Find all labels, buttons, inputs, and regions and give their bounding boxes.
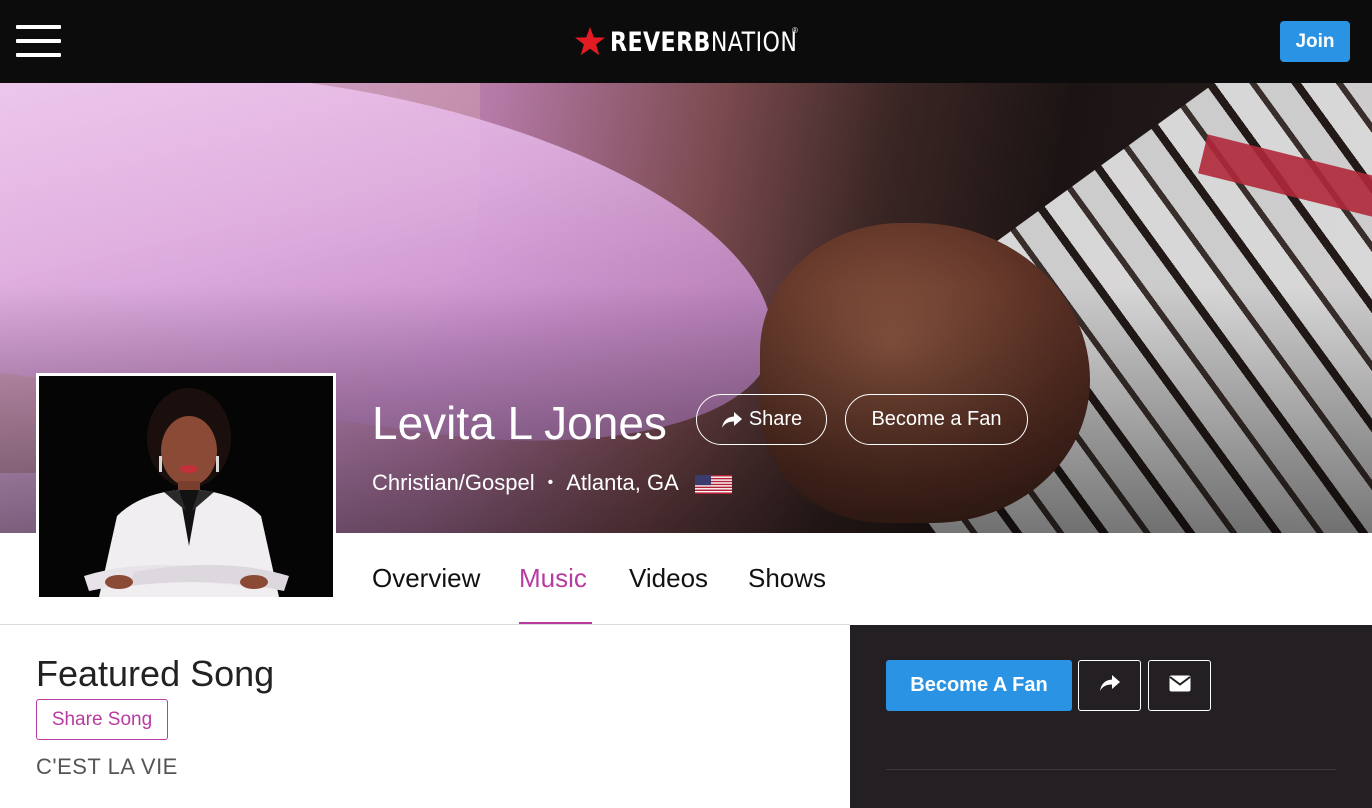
share-song-button[interactable]: Share Song — [36, 699, 168, 740]
reverbnation-logo[interactable]: REVERBNATION ® — [574, 24, 838, 60]
artist-name: Levita L Jones — [372, 397, 667, 449]
profile-tabs: Overview Music Videos Shows — [354, 533, 847, 625]
tabs-divider — [0, 624, 850, 625]
share-button[interactable]: Share — [696, 394, 827, 445]
artist-location[interactable]: Atlanta, GA — [566, 470, 679, 496]
artist-meta: Christian/Gospel • Atlanta, GA — [372, 470, 732, 496]
tab-videos[interactable]: Videos — [629, 563, 708, 594]
become-a-fan-button[interactable]: Become a Fan — [845, 394, 1028, 445]
share-arrow-icon — [1099, 674, 1121, 697]
red-star-icon — [575, 27, 605, 56]
top-nav-bar: REVERBNATION ® Join — [0, 0, 1372, 83]
share-arrow-icon — [721, 411, 743, 429]
registered-mark: ® — [792, 26, 798, 35]
sidebar-share-button[interactable] — [1078, 660, 1141, 711]
artist-genre[interactable]: Christian/Gospel — [372, 470, 535, 496]
song-title[interactable]: C'EST LA VIE — [36, 754, 178, 780]
logo-wordmark: REVERBNATION — [610, 26, 798, 58]
sidebar-divider — [886, 769, 1336, 770]
share-label: Share — [748, 408, 803, 430]
hamburger-menu-icon[interactable] — [16, 25, 61, 58]
envelope-icon — [1168, 675, 1191, 697]
featured-song-heading: Featured Song — [36, 653, 275, 694]
artist-profile-photo[interactable] — [36, 373, 336, 600]
tab-music[interactable]: Music — [519, 563, 587, 594]
sidebar-message-button[interactable] — [1148, 660, 1211, 711]
sidebar-panel: Become A Fan — [850, 625, 1372, 808]
us-flag-icon — [694, 474, 732, 494]
sidebar-become-a-fan-button[interactable]: Become A Fan — [886, 660, 1072, 711]
join-button[interactable]: Join — [1280, 21, 1350, 62]
tab-shows[interactable]: Shows — [748, 563, 826, 594]
tab-overview[interactable]: Overview — [372, 563, 480, 594]
meta-separator: • — [547, 474, 554, 491]
